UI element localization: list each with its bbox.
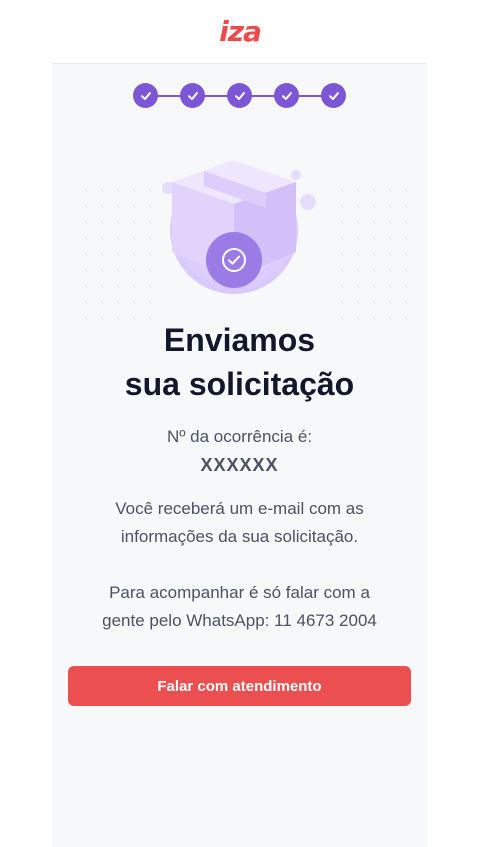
title-line-1: Enviamos (163, 322, 316, 358)
check-icon (140, 91, 151, 100)
whatsapp-info-line-1: Para acompanhar é só falar com a (109, 583, 370, 602)
step-5-complete (321, 83, 346, 108)
app-header: iza (0, 0, 480, 64)
contact-support-button[interactable]: Falar com atendimento (68, 666, 411, 706)
email-info-line-1: Você receberá um e-mail com as (115, 499, 364, 518)
check-icon (187, 91, 198, 100)
step-4-complete (274, 83, 299, 108)
check-icon (234, 91, 245, 100)
brand-logo[interactable]: iza (219, 18, 262, 46)
check-icon (328, 91, 339, 100)
step-3-complete (227, 83, 252, 108)
title-line-2: sua solicitação (124, 366, 355, 402)
occurrence-number: XXXXXX (200, 455, 279, 475)
whatsapp-info-line-2: gente pelo WhatsApp: 11 4673 2004 (102, 611, 377, 630)
check-circle-icon (206, 232, 262, 288)
whatsapp-info-text: Para acompanhar é só falar com a gente p… (52, 579, 427, 635)
email-info-line-2: informações da sua solicitação. (120, 527, 359, 546)
progress-stepper (52, 82, 427, 110)
page-title: Enviamos sua solicitação (52, 318, 427, 406)
step-1-complete (133, 83, 158, 108)
email-info-text: Você receberá um e-mail com as informaçõ… (52, 495, 427, 551)
occurrence-label: Nº da ocorrência é: (166, 427, 313, 446)
check-icon (281, 91, 292, 100)
step-2-complete (180, 83, 205, 108)
